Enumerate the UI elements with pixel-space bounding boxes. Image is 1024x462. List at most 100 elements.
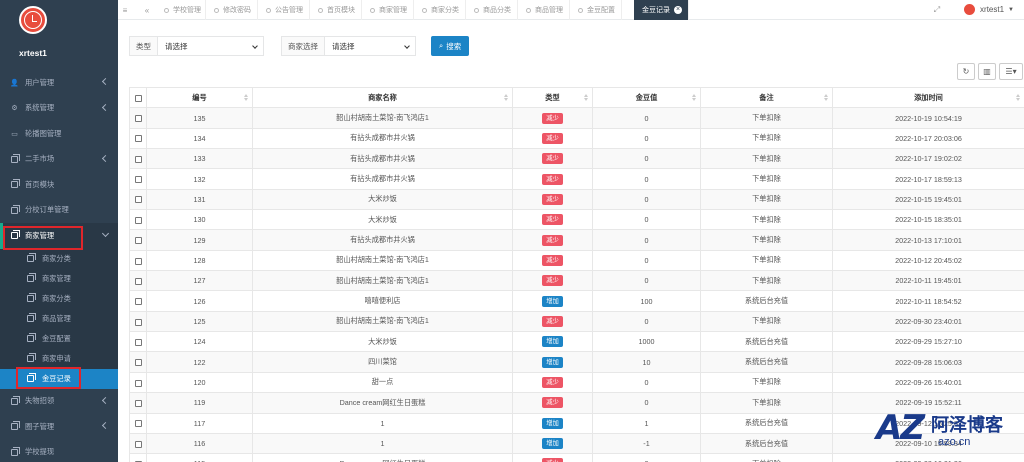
- row-checkbox[interactable]: [134, 318, 142, 326]
- tab-0[interactable]: 学校管理: [156, 0, 206, 20]
- row-checkbox[interactable]: [134, 257, 142, 265]
- columns-button[interactable]: ▥: [978, 63, 996, 80]
- table-row[interactable]: 127 韶山村胡南土菜馆-南飞鸿店1 减少 0 下单扣除 2022-10-11 19:45…: [129, 270, 1024, 292]
- export-button[interactable]: ☰▾: [999, 63, 1023, 80]
- row-checkbox-cell[interactable]: [129, 168, 147, 190]
- tab-9[interactable]: 金豆记录 ×: [634, 0, 689, 20]
- row-checkbox-cell[interactable]: [129, 270, 147, 292]
- row-checkbox[interactable]: [134, 277, 142, 285]
- table-row[interactable]: 128 韶山村胡南土菜馆-南飞鸿店1 减少 0 下单扣除 2022-10-12 20:45…: [129, 249, 1024, 272]
- row-checkbox-cell[interactable]: [129, 249, 147, 272]
- cell-note: 下单扣除: [700, 127, 833, 150]
- sidebar-item-a2[interactable]: 学校提现: [0, 440, 118, 462]
- row-checkbox[interactable]: [134, 399, 142, 407]
- sidebar-subitem-4[interactable]: 金豆配置: [0, 328, 118, 349]
- row-checkbox-cell[interactable]: [129, 127, 147, 150]
- sidebar-subitem-2[interactable]: 商家分类: [0, 288, 118, 309]
- sidebar-item-m1[interactable]: ⚙ 系统管理: [0, 96, 118, 122]
- row-checkbox[interactable]: [134, 176, 142, 184]
- row-checkbox[interactable]: [134, 237, 142, 245]
- row-checkbox[interactable]: [134, 338, 142, 346]
- row-checkbox[interactable]: [134, 135, 142, 143]
- cell-value: 0: [592, 392, 701, 414]
- cell-note: 下单扣除: [700, 188, 833, 211]
- table-row[interactable]: 130 大米炒饭 减少 0 下单扣除 2022-10-15 18:35:01: [129, 209, 1024, 231]
- fullscreen-icon[interactable]: ⤢: [930, 0, 944, 20]
- close-icon[interactable]: ×: [674, 6, 682, 14]
- table-row[interactable]: 125 韶山村胡南土菜馆-南飞鸿店1 减少 0 下单扣除 2022-09-30 23:40…: [129, 310, 1024, 333]
- row-checkbox-cell[interactable]: [129, 310, 147, 333]
- tab-7[interactable]: 商品管理: [518, 0, 570, 20]
- row-checkbox-cell[interactable]: [129, 412, 147, 434]
- row-checkbox[interactable]: [134, 359, 142, 367]
- table-row[interactable]: 134 有拈头成都市井火锅 减少 0 下单扣除 2022-10-17 20:03:06: [129, 127, 1024, 150]
- table-row[interactable]: 135 韶山村胡南土菜馆-南飞鸿店1 减少 0 下单扣除 2022-10-19 10:54…: [129, 107, 1024, 129]
- row-checkbox-cell[interactable]: [129, 432, 147, 455]
- type-select[interactable]: 请选择: [157, 36, 264, 56]
- tab-6[interactable]: 商品分类: [466, 0, 518, 20]
- tab-label: 公告管理: [275, 7, 303, 14]
- row-checkbox-cell[interactable]: [129, 453, 147, 462]
- row-checkbox-cell[interactable]: [129, 331, 147, 353]
- tab-scroll-left-icon[interactable]: «: [140, 0, 154, 20]
- tab-8[interactable]: 金豆配置: [570, 0, 622, 20]
- sidebar-subitem-0[interactable]: 商家分类: [0, 248, 118, 269]
- sidebar-item-a0[interactable]: 失物招领: [0, 389, 118, 415]
- sidebar-item-m0[interactable]: 👤 用户管理: [0, 70, 118, 96]
- row-checkbox[interactable]: [134, 155, 142, 163]
- row-checkbox[interactable]: [134, 379, 142, 387]
- table-row[interactable]: 126 嘻嘻便利店 增加 100 系统后台充值 2022-10-11 18:54:52: [129, 290, 1024, 312]
- tab-4[interactable]: 商家管理: [362, 0, 414, 20]
- row-checkbox[interactable]: [134, 115, 142, 123]
- sidebar-subitem-1[interactable]: 商家管理: [0, 268, 118, 289]
- row-checkbox-cell[interactable]: [129, 148, 147, 170]
- refresh-button[interactable]: ↻: [957, 63, 975, 80]
- watermark-name: 阿泽博客: [931, 415, 1003, 435]
- row-checkbox[interactable]: [134, 216, 142, 224]
- sidebar-item-m4[interactable]: 首页模块: [0, 172, 118, 198]
- search-button[interactable]: ⌕ 搜索: [431, 36, 470, 56]
- sidebar-item-m2[interactable]: ▭ 轮播图管理: [0, 121, 118, 147]
- table-row[interactable]: 131 大米炒饭 减少 0 下单扣除 2022-10-15 19:45:01: [129, 188, 1024, 211]
- col-header-type[interactable]: 类型: [512, 86, 593, 109]
- row-checkbox-cell[interactable]: [129, 351, 147, 373]
- row-checkbox-cell[interactable]: [129, 229, 147, 251]
- row-checkbox-cell[interactable]: [129, 188, 147, 211]
- tab-1[interactable]: 修改密码: [206, 0, 258, 20]
- row-checkbox[interactable]: [134, 196, 142, 204]
- tab-5[interactable]: 商家分类: [414, 0, 466, 20]
- user-menu[interactable]: xrtest1 ▼: [963, 3, 1014, 16]
- col-header-value[interactable]: 金豆值: [592, 86, 701, 109]
- row-checkbox[interactable]: [134, 440, 142, 448]
- table-row[interactable]: 124 大米炒饭 增加 1000 系统后台充值 2022-09-29 15:27:10: [129, 331, 1024, 353]
- col-header-note[interactable]: 备注: [700, 86, 833, 109]
- select-all-checkbox-cell[interactable]: [129, 86, 147, 109]
- col-header-time[interactable]: 添加时间: [832, 86, 1024, 109]
- row-checkbox-cell[interactable]: [129, 290, 147, 312]
- select-all-checkbox[interactable]: [134, 94, 142, 102]
- sidebar-username[interactable]: xrtest1: [19, 48, 47, 58]
- sidebar-item-a1[interactable]: 圈子管理: [0, 414, 118, 440]
- sidebar-item-m5[interactable]: 分校订单管理: [0, 198, 118, 224]
- col-header-merchant[interactable]: 商家名称: [252, 86, 513, 109]
- row-checkbox-cell[interactable]: [129, 209, 147, 231]
- row-checkbox[interactable]: [134, 420, 142, 428]
- row-checkbox[interactable]: [134, 298, 142, 306]
- row-checkbox-cell[interactable]: [129, 371, 147, 394]
- tab-2[interactable]: 公告管理: [258, 0, 310, 20]
- table-row[interactable]: 129 有拈头成都市井火锅 减少 0 下单扣除 2022-10-13 17:10:01: [129, 229, 1024, 251]
- row-checkbox-cell[interactable]: [129, 392, 147, 414]
- table-row[interactable]: 133 有拈头成都市井火锅 减少 0 下单扣除 2022-10-17 19:02:02: [129, 148, 1024, 170]
- col-header-id[interactable]: 编号: [146, 86, 253, 109]
- sidebar-item-m3[interactable]: 二手市场: [0, 147, 118, 173]
- menu-toggle-icon[interactable]: ≡: [118, 0, 132, 20]
- sidebar-subitem-3[interactable]: 商品管理: [0, 308, 118, 329]
- cell-value: 0: [592, 310, 701, 333]
- table-row[interactable]: 122 四川菜馆 增加 10 系统后台充值 2022-09-28 15:06:03: [129, 351, 1024, 373]
- tab-3[interactable]: 首页模块: [310, 0, 362, 20]
- sidebar-subitem-5[interactable]: 商家申请: [0, 348, 118, 369]
- table-row[interactable]: 120 甜一点 减少 0 下单扣除 2022-09-26 15:40:01: [129, 371, 1024, 394]
- merchant-select[interactable]: 请选择: [324, 36, 416, 56]
- row-checkbox-cell[interactable]: [129, 107, 147, 129]
- table-row[interactable]: 132 有拈头成都市井火锅 减少 0 下单扣除 2022-10-17 18:59:13: [129, 168, 1024, 190]
